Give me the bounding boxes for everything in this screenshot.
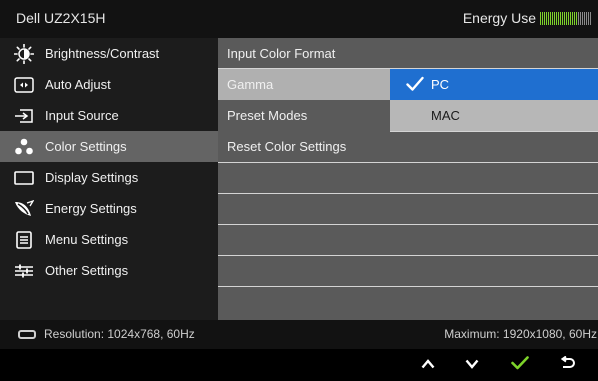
status-bar: Resolution: 1024x768, 60Hz Maximum: 1920… [0,320,598,349]
maximum-resolution: Maximum: 1920x1080, 60Hz [444,327,597,341]
row-divider [218,68,598,69]
submenu-item-reset-color-settings[interactable]: Reset Color Settings [218,131,598,162]
gamma-option-label: MAC [431,108,460,123]
menu-item-input-source[interactable]: Input Source [0,100,218,131]
submenu-item-preset-modes[interactable]: Preset Modes [218,100,390,131]
auto-adjust-icon [14,76,34,93]
menu-item-label: Auto Adjust [45,77,111,92]
display-icon [14,169,34,186]
leaf-icon [14,199,34,217]
back-button[interactable] [546,349,590,381]
row-divider [390,286,598,287]
menu-item-menu-settings[interactable]: Menu Settings [0,224,218,255]
menu-item-label: Input Source [45,108,119,123]
gamma-option-pc[interactable]: PC [390,69,598,100]
menu-item-label: Other Settings [45,263,129,278]
display-connection-icon [18,330,36,339]
up-arrow-icon [421,356,435,374]
energy-bar-segment [560,11,561,25]
row-divider [390,255,598,256]
input-source-icon [14,107,34,124]
energy-bar-segment [568,11,569,25]
submenu-item-input-color-format[interactable]: Input Color Format [218,38,598,69]
gamma-option-label: PC [431,77,450,92]
menu-item-label: Brightness/Contrast [45,46,160,61]
submenu-item-label: Preset Modes [227,108,308,123]
check-icon [511,355,529,375]
energy-bar-segment [576,11,577,25]
energy-bar-segment [570,11,571,25]
monitor-model-title: Dell UZ2X15H [16,10,106,26]
energy-use-label: Energy Use [462,10,536,26]
check-icon [406,76,424,97]
energy-use-meter: Energy Use [463,10,592,26]
submenu-item-label: Input Color Format [227,46,336,61]
energy-bar-segment [548,11,549,25]
menu-item-brightness-contrast[interactable]: Brightness/Contrast [0,38,218,69]
back-icon [560,355,576,375]
energy-bar-segment [590,11,591,25]
title-bar: Dell UZ2X15H Energy Use [0,0,598,38]
down-arrow-icon [465,356,479,374]
menu-icon [14,230,34,249]
color-dots-icon [14,138,34,155]
submenu-item-label: Gamma [227,77,274,92]
menu-item-energy-settings[interactable]: Energy Settings [0,193,218,224]
monitor-osd: Dell UZ2X15H Energy Use Brightness/Contr… [0,0,598,349]
menu-item-auto-adjust[interactable]: Auto Adjust [0,69,218,100]
energy-bar-segment [540,11,541,25]
energy-bar-segment [588,11,589,25]
energy-bar-segment [556,11,557,25]
menu-item-label: Color Settings [45,139,127,154]
row-divider [390,131,598,132]
energy-bar-segment [584,11,585,25]
menu-item-other-settings[interactable]: Other Settings [0,255,218,286]
energy-bar-segment [574,11,575,25]
row-divider [390,224,598,225]
energy-bar-segment [582,11,583,25]
menu-item-label: Display Settings [45,170,139,185]
energy-bar-segment [566,11,567,25]
energy-bar-segment [550,11,551,25]
energy-bar-segment [580,11,581,25]
row-divider [218,286,390,287]
color-settings-submenu: Input Color Format Gamma PC Preset Modes… [218,38,598,320]
sun-icon [14,43,34,64]
energy-bar-segment [564,11,565,25]
energy-use-bars [540,11,592,25]
menu-item-label: Energy Settings [45,201,137,216]
row-divider [390,193,598,194]
energy-bar-segment [542,11,543,25]
energy-bar-segment [572,11,573,25]
submenu-item-gamma[interactable]: Gamma [218,69,390,100]
submenu-item-label: Reset Color Settings [227,139,347,154]
energy-bar-segment [578,11,579,25]
energy-bar-segment [546,11,547,25]
gamma-option-mac[interactable]: MAC [390,100,598,131]
energy-bar-segment [586,11,587,25]
row-divider [218,162,390,163]
main-menu: Brightness/Contrast Auto Adjust Input So… [0,38,218,320]
energy-bar-segment [562,11,563,25]
down-button[interactable] [450,349,494,381]
row-divider [218,193,390,194]
confirm-button[interactable] [498,349,542,381]
row-divider [218,224,390,225]
current-resolution: Resolution: 1024x768, 60Hz [44,327,195,341]
row-divider [390,162,598,163]
up-button[interactable] [406,349,450,381]
energy-bar-segment [544,11,545,25]
sliders-icon [14,262,34,279]
row-divider [218,255,390,256]
energy-bar-segment [558,11,559,25]
menu-item-display-settings[interactable]: Display Settings [0,162,218,193]
button-bar [0,349,598,381]
menu-item-color-settings[interactable]: Color Settings [0,131,218,162]
energy-bar-segment [552,11,553,25]
menu-item-label: Menu Settings [45,232,129,247]
energy-bar-segment [554,11,555,25]
